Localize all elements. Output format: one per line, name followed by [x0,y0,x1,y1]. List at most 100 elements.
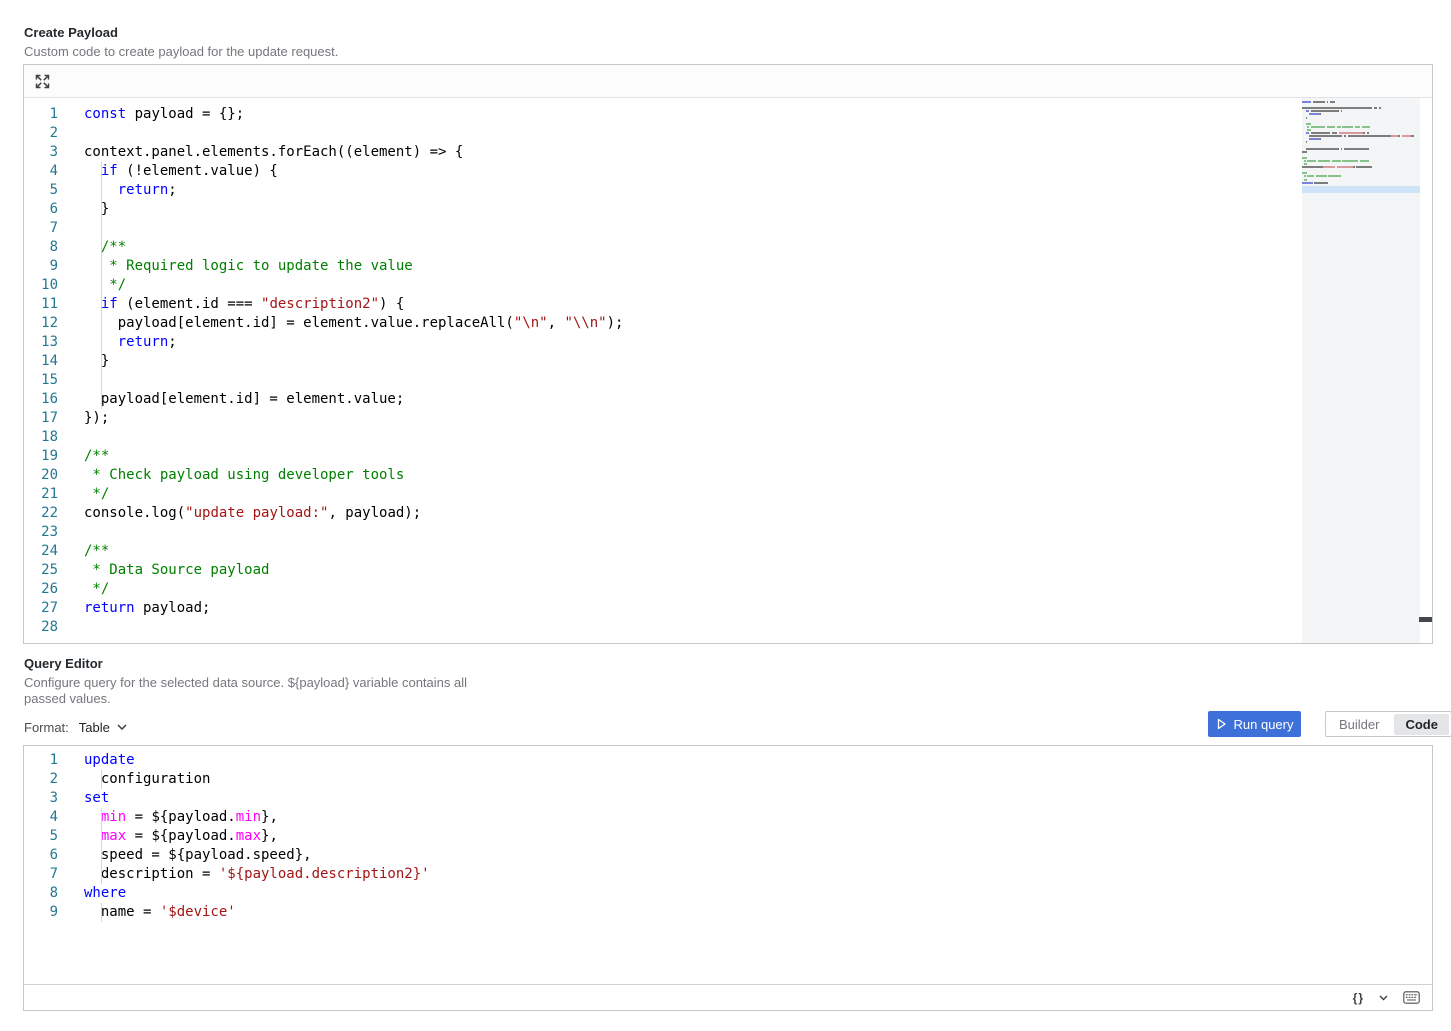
code-line[interactable]: 4 if (!element.value) { [24,162,1432,181]
line-number: 11 [24,295,58,314]
code-line[interactable]: 28 [24,618,1432,637]
code-line[interactable]: 23 [24,523,1432,542]
braces-icon[interactable]: {} [1353,991,1364,1005]
code-line[interactable]: 1update [24,751,1432,770]
code-line[interactable]: 7 [24,219,1432,238]
code-line[interactable]: 9 * Required logic to update the value [24,257,1432,276]
minimap-line-mark [1302,151,1307,153]
payload-section-header: Create Payload Custom code to create pay… [24,25,338,60]
line-number: 26 [24,580,58,599]
code-line[interactable]: 11 if (element.id === "description2") { [24,295,1432,314]
code-line[interactable]: 25 * Data Source payload [24,561,1432,580]
minimap-line-mark [1353,166,1355,168]
line-number: 21 [24,485,58,504]
minimap[interactable] [1302,98,1420,643]
line-number: 19 [24,447,58,466]
code-line[interactable]: 22console.log("update payload:", payload… [24,504,1432,523]
minimap-line-mark [1304,163,1308,165]
line-number: 17 [24,409,58,428]
expand-icon[interactable] [35,74,50,89]
code-line[interactable]: 12 payload[element.id] = element.value.r… [24,314,1432,333]
code-line[interactable]: 5 return; [24,181,1432,200]
code-line[interactable]: 8where [24,884,1432,903]
indent-guide [101,808,102,827]
minimap-line-mark [1304,160,1306,162]
keyboard-icon[interactable] [1403,991,1420,1004]
code-line[interactable]: 21 */ [24,485,1432,504]
code-line[interactable]: 1const payload = {}; [24,105,1432,124]
line-number: 2 [24,770,58,789]
indent-guide [101,276,102,295]
line-number: 8 [24,884,58,903]
code-line[interactable]: 6 speed = ${payload.speed}, [24,846,1432,865]
minimap-line-mark [1302,166,1323,168]
minimap-line-mark [1304,179,1308,181]
line-number: 3 [24,143,58,162]
payload-section-title: Create Payload [24,25,338,40]
run-query-button[interactable]: Run query [1208,711,1301,737]
query-code-editor[interactable]: 1update2 configuration3set4 min = ${payl… [24,746,1432,984]
code-line[interactable]: 20 * Check payload using developer tools [24,466,1432,485]
code-line[interactable]: 6 } [24,200,1432,219]
minimap-line-mark [1332,160,1341,162]
code-line[interactable]: 4 min = ${payload.min}, [24,808,1432,827]
minimap-line-mark [1302,101,1311,103]
minimap-line-mark [1337,166,1353,168]
code-line[interactable]: 16 payload[element.id] = element.value; [24,390,1432,409]
code-line[interactable]: 3context.panel.elements.forEach((element… [24,143,1432,162]
indent-guide [101,200,102,219]
code-line[interactable]: 17}); [24,409,1432,428]
overview-ruler-cursor-mark [1419,617,1433,622]
code-line[interactable]: 2 configuration [24,770,1432,789]
payload-editor-card: 1const payload = {};23context.panel.elem… [23,64,1433,644]
minimap-line-mark [1302,157,1307,159]
minimap-line-mark [1314,182,1328,184]
format-select[interactable]: Table [79,720,127,735]
minimap-line-mark [1306,117,1308,119]
minimap-line-mark [1318,160,1330,162]
minimap-line-mark [1307,126,1309,128]
code-line[interactable]: 13 return; [24,333,1432,352]
format-row: Format: Table [24,714,127,740]
code-line[interactable]: 8 /** [24,238,1432,257]
code-line[interactable]: 3set [24,789,1432,808]
code-line[interactable]: 14 } [24,352,1432,371]
code-line[interactable]: 26 */ [24,580,1432,599]
query-editor-card: 1update2 configuration3set4 min = ${payl… [23,745,1433,1011]
minimap-line-mark [1411,135,1415,137]
line-number: 13 [24,333,58,352]
scrollbar-track[interactable] [1420,98,1433,643]
line-number: 27 [24,599,58,618]
toggle-option-code[interactable]: Code [1394,714,1449,735]
indent-guide [101,238,102,257]
minimap-line-mark [1362,126,1371,128]
format-label: Format: [24,720,69,735]
line-number: 20 [24,466,58,485]
code-line[interactable]: 18 [24,428,1432,447]
code-line[interactable]: 10 */ [24,276,1432,295]
indent-guide [101,903,102,922]
chevron-down-icon[interactable] [1379,995,1388,1001]
payload-code-editor[interactable]: 1const payload = {};23context.panel.elem… [24,98,1432,643]
payload-section-description: Custom code to create payload for the up… [24,44,338,60]
minimap-line-mark [1360,160,1369,162]
toggle-option-builder[interactable]: Builder [1326,717,1392,732]
line-number: 5 [24,827,58,846]
minimap-line-mark [1309,135,1342,137]
code-line[interactable]: 2 [24,124,1432,143]
code-line[interactable]: 7 description = '${payload.description2}… [24,865,1432,884]
code-line[interactable]: 9 name = '$device' [24,903,1432,922]
minimap-line-mark [1363,132,1365,134]
code-line[interactable]: 24/** [24,542,1432,561]
indent-guide [101,865,102,884]
code-line[interactable]: 19/** [24,447,1432,466]
line-number: 8 [24,238,58,257]
minimap-line-mark [1304,175,1306,177]
line-number: 4 [24,162,58,181]
minimap-line-mark [1323,166,1335,168]
line-number: 16 [24,390,58,409]
minimap-line-mark [1306,110,1310,112]
code-line[interactable]: 27return payload; [24,599,1432,618]
code-line[interactable]: 5 max = ${payload.max}, [24,827,1432,846]
code-line[interactable]: 15 [24,371,1432,390]
